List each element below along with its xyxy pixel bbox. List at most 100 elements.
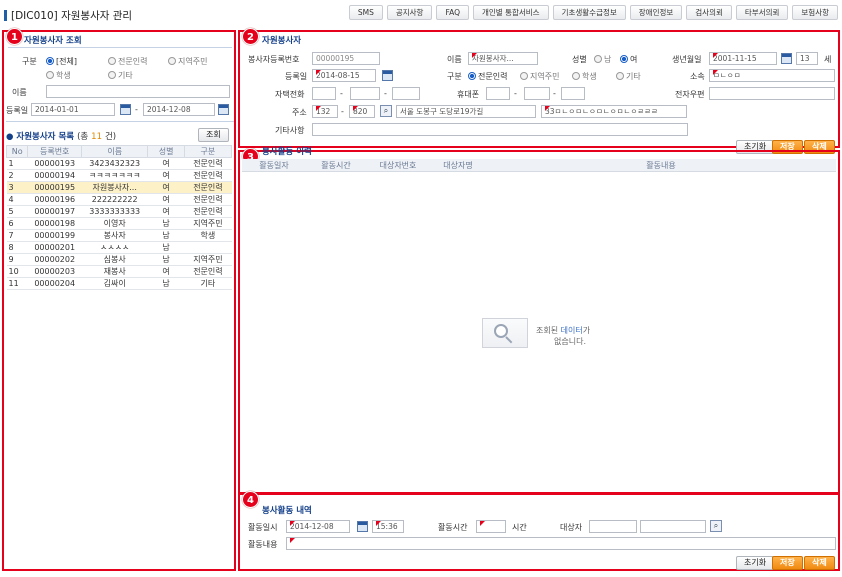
type-etc[interactable]: 기타	[616, 71, 641, 82]
page-title-text: [DIC010] 자원봉사자 관리	[11, 9, 133, 22]
activity-target-label: 대상자	[560, 523, 583, 532]
search-button[interactable]: 조회	[198, 128, 229, 142]
gender-label: 성별	[572, 55, 587, 64]
col-no: No	[5, 145, 29, 158]
menu-basic-living[interactable]: 기초생활수급정보	[552, 5, 626, 20]
table-row[interactable]: 9 00000202 심봉사 남 지역주민	[6, 253, 232, 266]
reg-date-field[interactable]: 2014-08-15	[312, 69, 376, 82]
activity-hours-label: 활동시간	[438, 523, 468, 532]
table-row[interactable]: 11 00000204 김싸이 남 기타	[6, 277, 232, 290]
name-label: 이름	[447, 55, 462, 64]
etc-field[interactable]	[312, 123, 688, 136]
birth-field[interactable]: 2001-11-15	[709, 52, 777, 65]
type-resident[interactable]: 지역주민	[520, 71, 559, 82]
table-row[interactable]: 5 00000197 3333333333 여 전문인력	[6, 205, 232, 218]
activity-delete-button[interactable]: 삭제	[804, 556, 835, 570]
zip-1[interactable]: 132	[312, 105, 338, 118]
date-separator: -	[135, 105, 138, 114]
menu-faq[interactable]: FAQ	[436, 5, 469, 20]
phone-separator: -	[514, 89, 517, 98]
search-date-from[interactable]: 2014-01-01	[31, 103, 115, 116]
table-row-selected[interactable]: 3 00000195 자원봉사자... 여 전문인력	[6, 181, 232, 194]
menu-disability-info[interactable]: 장애인정보	[629, 5, 683, 20]
home-phone-label: 자택전화	[275, 90, 305, 99]
address2-field[interactable]: 33ㅁㄴㅇㅁㄴㅇㅁㄴㅇㅁㄴㅇㄹㄹㄹ	[541, 105, 687, 118]
calendar-icon[interactable]	[357, 521, 368, 532]
reg-no-field: 00000195	[312, 52, 380, 65]
search-name-input[interactable]	[46, 85, 230, 98]
reg-no-label: 봉사자등록번호	[248, 55, 300, 64]
history-table-header: 활동일자 활동시간 대상자번호 대상자명 활동내용	[242, 159, 836, 172]
table-row[interactable]: 8 00000201 ㅅㅅㅅㅅ 남	[6, 241, 232, 254]
calendar-icon[interactable]	[120, 104, 131, 115]
mobile-3[interactable]	[561, 87, 585, 100]
search-icon[interactable]: ⌕	[710, 520, 722, 532]
search-date-to[interactable]: 2014-12-08	[143, 103, 215, 116]
search-type-student[interactable]: 학생	[46, 70, 71, 81]
menu-other-dept-request[interactable]: 타부서의뢰	[735, 5, 789, 20]
name-field[interactable]: 자원봉사자...	[468, 52, 538, 65]
zip-separator: -	[341, 107, 344, 116]
table-row[interactable]: 4 00000196 222222222 여 전문인력	[6, 193, 232, 206]
search-name-label: 이름	[12, 88, 27, 97]
type-expert[interactable]: 전문인력	[468, 71, 507, 82]
phone-separator: -	[340, 89, 343, 98]
search-type-all[interactable]: [전체]	[46, 56, 77, 67]
table-row[interactable]: 6 00000198 이영자 남 지역주민	[6, 217, 232, 230]
calendar-icon[interactable]	[218, 104, 229, 115]
menu-insurance[interactable]: 보험사항	[792, 5, 838, 20]
menu-test-request[interactable]: 검사의뢰	[686, 5, 732, 20]
mobile-2[interactable]	[524, 87, 550, 100]
birth-label: 생년월일	[672, 55, 702, 64]
detail-section-title: 자원봉사자	[262, 36, 302, 46]
activity-time-field[interactable]: 15:36	[372, 520, 404, 533]
activity-reset-button[interactable]: 초기화	[736, 556, 775, 570]
activity-target-name[interactable]	[640, 520, 706, 533]
search-icon[interactable]: ⌕	[380, 105, 392, 117]
calendar-icon[interactable]	[382, 70, 393, 81]
search-type-etc[interactable]: 기타	[108, 70, 133, 81]
address1-field[interactable]: 서울 도봉구 도당로19가길	[396, 105, 536, 118]
table-row[interactable]: 1 00000193 3423432323 여 전문인력	[6, 157, 232, 170]
badge-4: 4	[242, 491, 259, 508]
search-type-expert[interactable]: 전문인력	[108, 56, 147, 67]
activity-hours-field[interactable]	[476, 520, 506, 533]
search-type-resident[interactable]: 지역주민	[168, 56, 207, 67]
home-phone-2[interactable]	[350, 87, 380, 100]
calendar-icon[interactable]	[781, 53, 792, 64]
table-row[interactable]: 2 00000194 ㅋㅋㅋㅋㅋㅋㅋ 여 전문인력	[6, 169, 232, 182]
type-student[interactable]: 학생	[572, 71, 597, 82]
col-activity-date: 활동일자	[259, 160, 289, 170]
col-type: 구분	[183, 145, 233, 158]
mobile-1[interactable]	[486, 87, 510, 100]
mobile-label: 휴대폰	[457, 90, 480, 99]
radio-icon	[108, 71, 116, 79]
home-phone-1[interactable]	[312, 87, 336, 100]
radio-icon	[520, 72, 528, 80]
list-section-title: ● 자원봉사자 목록 (총 11 건)	[6, 132, 117, 142]
empty-state: 조회된 데이터가 없습니다.	[480, 314, 600, 354]
menu-notice[interactable]: 공지사항	[386, 5, 433, 20]
radio-icon	[594, 55, 602, 63]
volunteer-table: No 등록번호 이름 성별 구분 1 00000193 3423432323 여 전문인…	[5, 145, 233, 290]
affiliation-field[interactable]: ㅁㄴㅇㅁ	[709, 69, 835, 82]
affiliation-label: 소속	[690, 72, 705, 81]
table-row[interactable]: 10 00000203 재봉사 여 전문인력	[6, 265, 232, 278]
type-label: 구분	[447, 72, 462, 81]
zip-2[interactable]: 820	[349, 105, 375, 118]
age-unit: 세	[824, 55, 832, 64]
activity-date-field[interactable]: 2014-12-08	[286, 520, 350, 533]
menu-integrated-service[interactable]: 개인별 통합서비스	[472, 5, 549, 20]
home-phone-3[interactable]	[392, 87, 420, 100]
activity-datetime-label: 활동일시	[248, 523, 278, 532]
radio-icon	[620, 55, 628, 63]
gender-female[interactable]: 여	[620, 54, 637, 65]
activity-save-button[interactable]: 저장	[772, 556, 803, 570]
menu-sms[interactable]: SMS	[348, 5, 383, 20]
activity-target-no[interactable]	[589, 520, 637, 533]
gender-male[interactable]: 남	[594, 54, 611, 65]
address-label: 주소	[292, 108, 307, 117]
email-field[interactable]	[709, 87, 835, 100]
activity-content-field[interactable]	[286, 537, 836, 550]
table-row[interactable]: 7 00000199 봉사자 남 학생	[6, 229, 232, 242]
